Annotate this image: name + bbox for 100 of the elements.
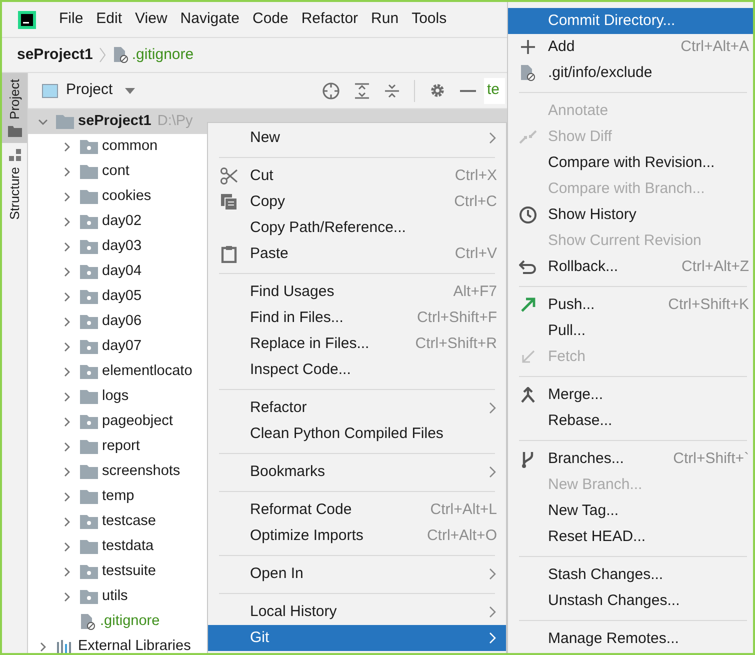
- tree-item[interactable]: testcase: [102, 510, 156, 532]
- tree-item[interactable]: day06: [102, 310, 142, 332]
- expand-all-icon[interactable]: [354, 82, 370, 98]
- tree-item[interactable]: seProject1: [78, 110, 152, 132]
- chevron-right-icon[interactable]: [38, 642, 48, 652]
- menu-item[interactable]: Inspect Code...: [208, 357, 506, 383]
- chevron-right-icon[interactable]: [62, 592, 72, 602]
- menu-item[interactable]: Open In: [208, 561, 506, 587]
- menu-item[interactable]: .git/info/exclude: [508, 60, 753, 86]
- menu-item[interactable]: Stash Changes...: [508, 562, 753, 588]
- chevron-right-icon[interactable]: [62, 266, 72, 276]
- tree-item[interactable]: temp: [102, 486, 134, 508]
- tree-item[interactable]: pageobject: [102, 410, 173, 432]
- menu-item[interactable]: Optimize Imports Ctrl+Alt+O: [208, 523, 506, 549]
- menu-item[interactable]: View: [135, 8, 168, 31]
- tree-item[interactable]: common: [102, 136, 158, 158]
- chevron-right-icon[interactable]: [62, 416, 72, 426]
- menu-item[interactable]: Refactor: [208, 395, 506, 421]
- menu-item[interactable]: Reset HEAD...: [508, 524, 753, 550]
- chevron-right-icon[interactable]: [62, 466, 72, 476]
- tree-item[interactable]: screenshots: [102, 460, 180, 482]
- tree-item[interactable]: logs: [102, 386, 129, 408]
- chevron-right-icon[interactable]: [62, 342, 72, 352]
- tree-item[interactable]: testdata: [102, 536, 154, 558]
- tree-item[interactable]: testsuite: [102, 560, 156, 582]
- tree-item[interactable]: cookies: [102, 186, 152, 208]
- menu-item[interactable]: Show History: [508, 202, 753, 228]
- menu-item[interactable]: Tools: [412, 8, 447, 31]
- chevron-right-icon[interactable]: [62, 392, 72, 402]
- menu-item[interactable]: Clean Python Compiled Files: [208, 421, 506, 447]
- breadcrumb-project[interactable]: seProject1: [17, 44, 93, 66]
- chevron-right-icon[interactable]: [62, 242, 72, 252]
- tree-item[interactable]: elementlocato: [102, 360, 192, 382]
- menu-item[interactable]: Push... Ctrl+Shift+K: [508, 292, 753, 318]
- tool-window-tab[interactable]: Project: [2, 73, 27, 144]
- tool-window-tab[interactable]: Structure: [2, 143, 27, 226]
- chevron-right-icon[interactable]: [62, 442, 72, 452]
- tree-item[interactable]: External Libraries: [78, 636, 191, 653]
- chevron-right-icon[interactable]: [62, 316, 72, 326]
- editor-tab[interactable]: te: [484, 78, 505, 104]
- menu-item[interactable]: Paste Ctrl+V: [208, 241, 506, 267]
- menu-item[interactable]: Rebase...: [508, 408, 753, 434]
- chevron-right-icon[interactable]: [62, 566, 72, 576]
- menu-item[interactable]: Find Usages Alt+F7: [208, 279, 506, 305]
- chevron-right-icon[interactable]: [62, 366, 72, 376]
- tree-item[interactable]: day04: [102, 260, 142, 282]
- chevron-right-icon[interactable]: [62, 166, 72, 176]
- tree-item[interactable]: utils: [102, 586, 128, 608]
- menu-item[interactable]: Commit Directory...: [508, 8, 753, 34]
- locate-icon[interactable]: [322, 82, 340, 100]
- tree-item[interactable]: cont: [102, 160, 130, 182]
- menu-item[interactable]: Replace in Files... Ctrl+Shift+R: [208, 331, 506, 357]
- menu-item[interactable]: Bookmarks: [208, 459, 506, 485]
- menu-item[interactable]: Reformat Code Ctrl+Alt+L: [208, 497, 506, 523]
- window-icon: [42, 84, 58, 98]
- scissors-icon: [220, 167, 238, 185]
- menu-item[interactable]: File: [59, 8, 84, 31]
- menu-item[interactable]: New Tag...: [508, 498, 753, 524]
- menu-item[interactable]: Branches... Ctrl+Shift+`: [508, 446, 753, 472]
- menu-item[interactable]: Copy Path/Reference...: [208, 215, 506, 241]
- chevron-right-icon[interactable]: [62, 542, 72, 552]
- tree-item[interactable]: day03: [102, 236, 142, 258]
- shortcut-text: Ctrl+Shift+F: [416, 308, 497, 328]
- chevron-right-icon[interactable]: [62, 142, 72, 152]
- menu-item[interactable]: Code: [252, 8, 288, 31]
- shortcut-text: Ctrl+Alt+L: [430, 500, 497, 520]
- chevron-right-icon[interactable]: [62, 516, 72, 526]
- menu-item[interactable]: Edit: [96, 8, 122, 31]
- menu-item[interactable]: Refactor: [301, 8, 358, 31]
- tree-item[interactable]: day02: [102, 210, 142, 232]
- chevron-down-icon[interactable]: [38, 116, 48, 126]
- menu-item[interactable]: Pull...: [508, 318, 753, 344]
- menu-item[interactable]: Rollback... Ctrl+Alt+Z: [508, 254, 753, 280]
- collapse-all-icon[interactable]: [384, 82, 400, 98]
- minimize-icon[interactable]: [460, 88, 476, 92]
- menu-item[interactable]: New: [208, 125, 506, 151]
- menu-item[interactable]: Navigate: [180, 8, 240, 31]
- tree-item[interactable]: day07: [102, 336, 142, 358]
- menu-item[interactable]: Compare with Revision...: [508, 150, 753, 176]
- menu-item[interactable]: Merge...: [508, 382, 753, 408]
- chevron-right-icon[interactable]: [62, 192, 72, 202]
- menu-item[interactable]: Git: [208, 625, 506, 651]
- breadcrumb-file[interactable]: .gitignore: [132, 44, 194, 66]
- chevron-right-icon[interactable]: [62, 216, 72, 226]
- menu-item[interactable]: Copy Ctrl+C: [208, 189, 506, 215]
- menu-item[interactable]: Manage Remotes...: [508, 626, 753, 652]
- menu-item[interactable]: Find in Files... Ctrl+Shift+F: [208, 305, 506, 331]
- tree-item[interactable]: day05: [102, 286, 142, 308]
- tree-item[interactable]: report: [102, 436, 140, 458]
- view-dropdown[interactable]: Project: [42, 79, 192, 102]
- menu-item[interactable]: Run: [371, 8, 399, 31]
- menu-item[interactable]: Add Ctrl+Alt+A: [508, 34, 753, 60]
- menu-label: Find in Files...: [250, 308, 344, 328]
- menu-item[interactable]: Cut Ctrl+X: [208, 163, 506, 189]
- tree-item[interactable]: .gitignore: [100, 610, 160, 632]
- settings-icon[interactable]: [429, 82, 446, 99]
- menu-item[interactable]: Unstash Changes...: [508, 588, 753, 614]
- chevron-right-icon[interactable]: [62, 492, 72, 502]
- chevron-right-icon[interactable]: [62, 292, 72, 302]
- menu-item[interactable]: Local History: [208, 599, 506, 625]
